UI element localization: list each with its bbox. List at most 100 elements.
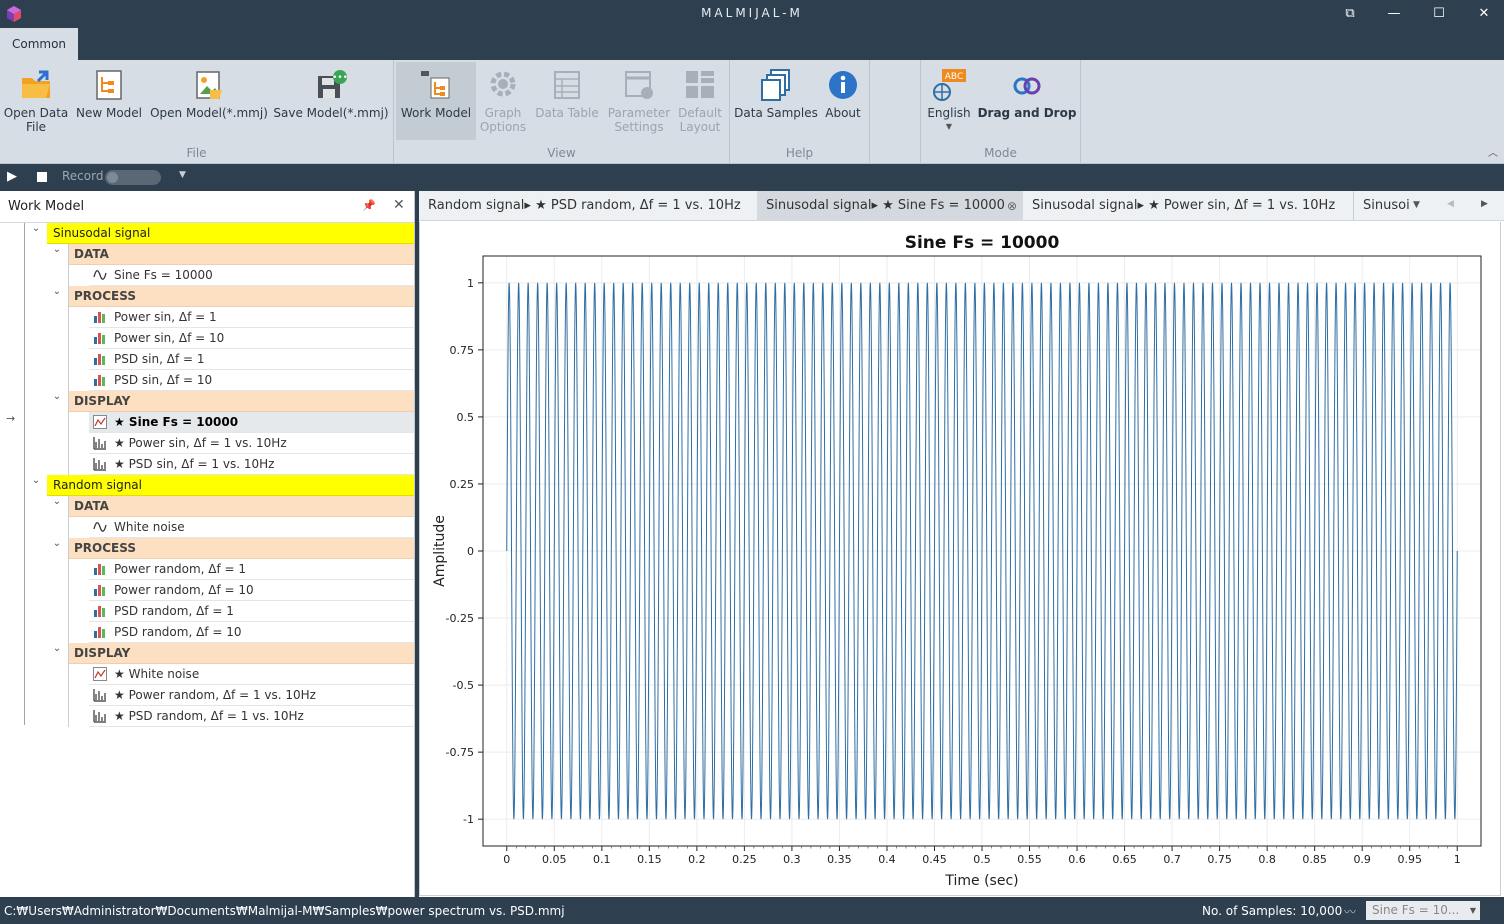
tree-category-display[interactable]: DISPLAY <box>68 391 414 412</box>
new-model-button[interactable]: New Model <box>74 62 144 140</box>
default-layout-button[interactable]: Default Layout <box>674 62 726 140</box>
language-english-button[interactable]: ABC English ▼ <box>925 62 973 140</box>
tree-item-label: ★ PSD sin, Δf = 1 vs. 10Hz <box>114 457 275 471</box>
tree-item[interactable]: ★ PSD sin, Δf = 1 vs. 10Hz <box>89 454 414 475</box>
tree-item[interactable]: Power random, Δf = 1 <box>89 559 414 580</box>
tab-sine-fs[interactable]: Sinusodal signal▸ ★ Sine Fs = 10000 ⊗ <box>757 191 1023 221</box>
tree-item-label: PSD sin, Δf = 1 <box>114 352 205 366</box>
expand-toggle-icon[interactable]: ⌄ <box>50 244 64 264</box>
tree-item-label: Power random, Δf = 1 <box>114 562 247 576</box>
about-button[interactable]: About <box>820 62 866 140</box>
record-toggle[interactable] <box>105 170 161 185</box>
ribbon: Open Data File New Model Open Model(*.mm… <box>0 60 1504 164</box>
x-tick-label: 0.95 <box>1397 853 1422 866</box>
expand-toggle-icon[interactable]: ⌄ <box>50 643 64 663</box>
expand-toggle-icon[interactable]: ⌄ <box>50 286 64 306</box>
current-row-arrow-icon: → <box>6 412 16 425</box>
color-bar-icon <box>94 375 105 386</box>
tree-item[interactable]: ★ Sine Fs = 10000 <box>89 412 414 433</box>
expand-toggle-icon[interactable]: ⌄ <box>29 223 43 243</box>
tree-category-process[interactable]: PROCESS <box>68 286 414 307</box>
x-tick-label: 0.15 <box>637 853 662 866</box>
tree-item[interactable]: PSD random, Δf = 10 <box>89 622 414 643</box>
tree-category-display[interactable]: DISPLAY <box>68 643 414 664</box>
tree-item[interactable]: PSD random, Δf = 1 <box>89 601 414 622</box>
tree-item[interactable]: PSD sin, Δf = 1 <box>89 349 414 370</box>
parameter-settings-button[interactable]: Parameter Settings <box>604 62 674 140</box>
tree-item[interactable]: ★ Power random, Δf = 1 vs. 10Hz <box>89 685 414 706</box>
sine-chart: Sine Fs = 10000 0 0.05 0.1 0.15 0.2 0.25 0.3 0.3… <box>432 233 1482 889</box>
tab-psd-random[interactable]: Random signal▸ ★ PSD random, Δf = 1 vs. … <box>419 191 757 221</box>
tree-item[interactable]: ★ Power sin, Δf = 1 vs. 10Hz <box>89 433 414 454</box>
display-selector-value: Sine Fs = 10... <box>1372 903 1460 917</box>
tab-common[interactable]: Common <box>0 28 78 60</box>
english-label: English <box>927 106 971 120</box>
close-panel-icon[interactable]: ✕ <box>393 197 405 213</box>
tree-item[interactable]: Power sin, Δf = 10 <box>89 328 414 349</box>
x-tick-label: 0.75 <box>1207 853 1232 866</box>
expand-toggle-icon[interactable]: ⌄ <box>29 475 43 495</box>
expand-toggle-icon[interactable]: ⌄ <box>50 496 64 516</box>
color-bar-icon <box>94 333 105 344</box>
tree-category-data[interactable]: DATA <box>68 244 414 265</box>
minimize-button[interactable]: — <box>1372 0 1416 28</box>
pin-icon[interactable]: 📌 <box>362 199 376 212</box>
tab-list-dropdown-icon[interactable]: ▼ <box>1413 200 1420 210</box>
tab-sinusoidal-truncated[interactable]: Sinusoi <box>1353 191 1409 221</box>
save-model-button[interactable]: ••• Save Model(*.mmj) <box>272 62 390 140</box>
tree-item[interactable]: Sine Fs = 10000 <box>89 265 414 286</box>
graph-options-button[interactable]: Graph Options <box>478 62 528 140</box>
close-button[interactable]: ✕ <box>1462 0 1504 28</box>
toolbar-dropdown-icon[interactable]: ▼ <box>179 170 186 180</box>
chart-title: Sine Fs = 10000 <box>905 233 1060 253</box>
tree-item[interactable]: ★ PSD random, Δf = 1 vs. 10Hz <box>89 706 414 727</box>
tree-category-data[interactable]: DATA <box>68 496 414 517</box>
stop-icon[interactable] <box>37 172 47 182</box>
tree-item[interactable]: Power sin, Δf = 1 <box>89 307 414 328</box>
tree-item[interactable]: White noise <box>89 517 414 538</box>
x-tick-label: 0.9 <box>1353 853 1371 866</box>
work-model-header: Work Model 📌 ✕ <box>0 191 414 223</box>
ribbon-spacer <box>870 60 921 164</box>
drag-and-drop-button[interactable]: Drag and Drop <box>977 62 1077 140</box>
x-tick-label: 0 <box>503 853 510 866</box>
display-selector[interactable]: Sine Fs = 10... ▼ <box>1366 901 1480 920</box>
tab-scroll-left-icon[interactable]: ◀ <box>1447 199 1454 209</box>
collapse-ribbon-icon[interactable]: ︿ <box>1488 144 1498 159</box>
work-model-button[interactable]: Work Model <box>396 62 476 140</box>
tab-scroll-right-icon[interactable]: ▶ <box>1481 199 1488 209</box>
tree-item-label: PSD random, Δf = 10 <box>114 625 242 639</box>
restore-layout-icon[interactable]: ⧉ <box>1328 0 1372 28</box>
maximize-button[interactable]: ☐ <box>1417 0 1461 28</box>
tree-item[interactable]: ★ White noise <box>89 664 414 685</box>
tree-group[interactable]: Random signal <box>47 475 414 496</box>
tab-power-sin[interactable]: Sinusodal signal▸ ★ Power sin, Δf = 1 vs… <box>1023 191 1353 221</box>
tree-category-data-label: DATA <box>74 247 109 261</box>
tree-category-data-label: DATA <box>74 499 109 513</box>
open-data-file-button[interactable]: Open Data File <box>2 62 70 140</box>
close-tab-icon[interactable]: ⊗ <box>1007 191 1017 221</box>
bar-chart-icon <box>93 437 106 450</box>
tree-category-process[interactable]: PROCESS <box>68 538 414 559</box>
expand-toggle-icon[interactable]: ⌄ <box>50 538 64 558</box>
tree-category-process-label: PROCESS <box>74 289 136 303</box>
expand-toggle-icon[interactable]: ⌄ <box>50 391 64 411</box>
data-table-button[interactable]: Data Table <box>532 62 602 140</box>
y-tick-label: -0.5 <box>453 679 474 692</box>
data-samples-button[interactable]: Data Samples <box>734 62 818 140</box>
wave-icon <box>93 270 107 280</box>
view-group: Work Model Graph Options Data Table Para… <box>394 60 730 164</box>
mode-group-label: Mode <box>984 146 1017 160</box>
document-tabs: Random signal▸ ★ PSD random, Δf = 1 vs. … <box>419 191 1504 221</box>
tree-item[interactable]: Power random, Δf = 10 <box>89 580 414 601</box>
tree-group[interactable]: Sinusodal signal <box>47 223 414 244</box>
tree-item[interactable]: PSD sin, Δf = 10 <box>89 370 414 391</box>
drag-drop-label: Drag and Drop <box>977 106 1077 120</box>
tree-guide-line <box>68 496 69 727</box>
tree-item-label: Power sin, Δf = 1 <box>114 310 217 324</box>
tree-item-label: ★ Power sin, Δf = 1 vs. 10Hz <box>114 436 287 450</box>
play-icon[interactable]: ▶ <box>7 169 17 184</box>
open-model-button[interactable]: Open Model(*.mmj) <box>150 62 268 140</box>
help-group-label: Help <box>785 146 814 160</box>
x-tick-label: 0.55 <box>1017 853 1042 866</box>
